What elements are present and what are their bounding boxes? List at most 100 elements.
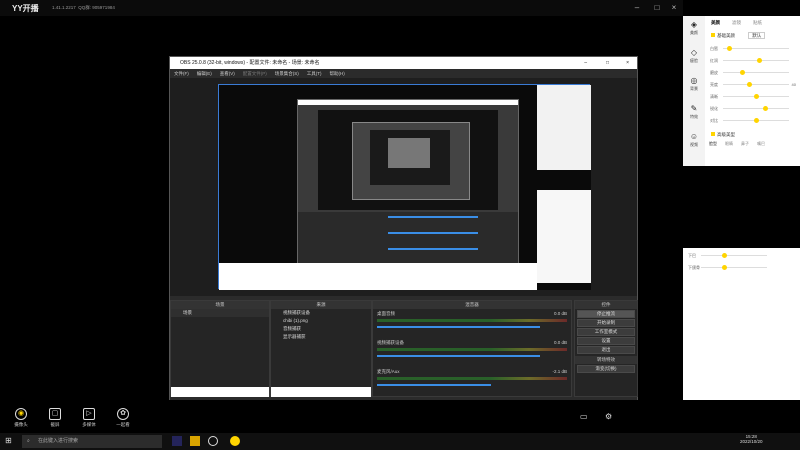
settings-button[interactable]: 设置 xyxy=(577,337,635,345)
slider-label: 磨皮 xyxy=(710,70,718,75)
media-tool[interactable]: ▷ 多媒体 xyxy=(74,408,104,428)
beauty-icon: ◈ xyxy=(690,20,698,29)
volume-slider[interactable] xyxy=(377,355,541,357)
slider-knob[interactable] xyxy=(740,70,746,75)
slider-knob[interactable] xyxy=(763,106,769,111)
obs-maximize-icon[interactable]: □ xyxy=(606,57,609,69)
close-icon[interactable]: × xyxy=(667,2,681,14)
face-slim-icon: ◇ xyxy=(690,48,698,57)
slider-knob[interactable] xyxy=(753,94,759,99)
sources-title: 来源 xyxy=(271,301,371,309)
slider-track[interactable] xyxy=(723,84,789,85)
source-item[interactable]: chibi (1).png xyxy=(271,317,371,325)
tool-background[interactable]: ◎ 背景 xyxy=(683,72,705,100)
screenshot-icon: ▢ xyxy=(49,408,61,420)
tab-mouth[interactable]: 嘴巴 xyxy=(757,141,765,147)
taskbar-app-yy-icon[interactable] xyxy=(190,436,200,446)
tool-effect[interactable]: ✎ 特效 xyxy=(683,100,705,128)
slider-knob[interactable] xyxy=(746,82,752,87)
camera-icon: ◉ xyxy=(15,408,27,420)
settings-gear-icon[interactable]: ⚙ xyxy=(605,412,612,421)
menu-scene-collection[interactable]: 场景集合(S) xyxy=(275,69,299,78)
tab-nose[interactable]: 鼻子 xyxy=(741,141,749,147)
tab-eyes[interactable]: 眼睛 xyxy=(725,141,733,147)
volume-slider[interactable] xyxy=(377,384,491,386)
track-db: 0.0 dB xyxy=(553,311,567,316)
slider-value: 40 xyxy=(791,82,796,87)
windows-start-icon[interactable]: ⊞ xyxy=(5,436,12,445)
volume-meter xyxy=(377,348,567,351)
source-item[interactable]: 音频捕获 xyxy=(271,325,371,333)
taskbar-app-obs-studio-icon[interactable] xyxy=(208,436,218,446)
advanced-checkbox[interactable] xyxy=(711,132,715,136)
beauty-slider-row: 下颌骨 xyxy=(683,262,800,274)
slider-knob[interactable] xyxy=(756,58,762,63)
tool-video[interactable]: ☺ 视频 xyxy=(683,128,705,156)
obs-preview-canvas[interactable] xyxy=(218,84,591,290)
transition-select[interactable]: 渐变(切换) xyxy=(577,365,635,373)
slider-label: 白皙 xyxy=(710,46,718,51)
obs-title: OBS 25.0.8 (32-bit, windows) - 配置文件: 未命名… xyxy=(180,60,320,66)
track-name: 麦克风/Aux xyxy=(377,369,400,374)
preset-select[interactable]: 默认 xyxy=(748,32,766,39)
slider-track[interactable] xyxy=(701,267,767,268)
volume-slider[interactable] xyxy=(377,326,541,328)
transitions-title: 转场特效 xyxy=(575,356,637,364)
sources-dock: 来源 视频捕获设备 chibi (1).png 音频捕获 显示器捕获 xyxy=(270,300,372,397)
taskbar-search[interactable]: ⌕ 在此键入进行搜索 xyxy=(22,435,162,448)
yy-version: 1.41.1.2217 QQ群: 905971984 xyxy=(52,5,115,10)
menu-profile[interactable]: 配置文件(P) xyxy=(243,69,267,78)
taskbar-clock[interactable]: 15:28 2022/10/20 xyxy=(740,434,763,444)
obs-minimize-icon[interactable]: – xyxy=(584,57,587,69)
minimize-icon[interactable]: – xyxy=(630,2,644,14)
taskbar-app-obs-icon[interactable] xyxy=(172,436,182,446)
camera-tool[interactable]: ◉ 摄像头 xyxy=(6,408,36,428)
slider-track[interactable] xyxy=(723,72,789,73)
screenshot-tool[interactable]: ▢ 截屏 xyxy=(40,408,70,428)
nested-beauty-lower xyxy=(537,190,591,283)
scene-item[interactable]: 场景 xyxy=(171,309,269,317)
start-recording-button[interactable]: 开始录制 xyxy=(577,319,635,327)
source-item[interactable]: 显示器捕获 xyxy=(271,333,371,341)
advanced-row: 高级美型 xyxy=(705,129,800,141)
maximize-icon[interactable]: □ xyxy=(650,2,664,14)
tool-face-slim[interactable]: ◇ 瘦脸 xyxy=(683,44,705,72)
stop-streaming-button[interactable]: 停止推流 xyxy=(577,310,635,318)
menu-file[interactable]: 文件(F) xyxy=(174,69,189,78)
windows-taskbar: ⊞ ⌕ 在此键入进行搜索 15:28 2022/10/20 xyxy=(0,433,800,450)
slider-track[interactable] xyxy=(701,255,767,256)
tab-beauty[interactable]: 美颜 xyxy=(711,16,720,29)
watch-together-tool[interactable]: ✿ 一起看 xyxy=(108,408,138,428)
menu-view[interactable]: 查看(V) xyxy=(220,69,235,78)
beauty-toolbar: ◈ 美颜 ◇ 瘦脸 ◎ 背景 ✎ 特效 ☺ 视频 xyxy=(683,16,705,166)
slider-knob[interactable] xyxy=(727,46,733,51)
obs-title-bar: OBS 25.0.8 (32-bit, windows) - 配置文件: 未命名… xyxy=(170,57,637,69)
slider-knob[interactable] xyxy=(721,253,727,258)
taskbar-app-icon[interactable] xyxy=(230,436,240,446)
auto-beauty-checkbox[interactable] xyxy=(711,33,715,37)
scenes-dock: 场景 场景 xyxy=(170,300,270,397)
tab-face[interactable]: 脸型 xyxy=(709,141,717,147)
source-item[interactable]: 视频捕获设备 xyxy=(271,309,371,317)
studio-mode-button[interactable]: 工作室模式 xyxy=(577,328,635,336)
slider-track[interactable] xyxy=(723,48,789,49)
slider-track[interactable] xyxy=(723,108,789,109)
track-name: 视频捕获设备 xyxy=(377,340,404,345)
tab-filter[interactable]: 滤镜 xyxy=(732,16,741,29)
menu-tools[interactable]: 工具(T) xyxy=(307,69,322,78)
exit-button[interactable]: 退出 xyxy=(577,346,635,354)
video-camera-icon[interactable]: ▭ xyxy=(580,412,588,421)
slider-knob[interactable] xyxy=(721,265,727,270)
obs-close-icon[interactable]: × xyxy=(626,57,629,69)
slider-label: 锐化 xyxy=(710,106,718,111)
slider-knob[interactable] xyxy=(753,118,759,123)
slider-label: 对比 xyxy=(710,118,718,123)
tab-sticker[interactable]: 贴纸 xyxy=(753,16,762,29)
beauty-slider-row: 红润 xyxy=(705,55,800,67)
slider-label: 下巴 xyxy=(688,253,696,258)
beauty-slider-row: 亮度 40 xyxy=(705,79,800,91)
tool-beauty[interactable]: ◈ 美颜 xyxy=(683,16,705,44)
menu-help[interactable]: 帮助(H) xyxy=(330,69,345,78)
menu-edit[interactable]: 编辑(E) xyxy=(197,69,212,78)
volume-meter xyxy=(377,319,567,322)
